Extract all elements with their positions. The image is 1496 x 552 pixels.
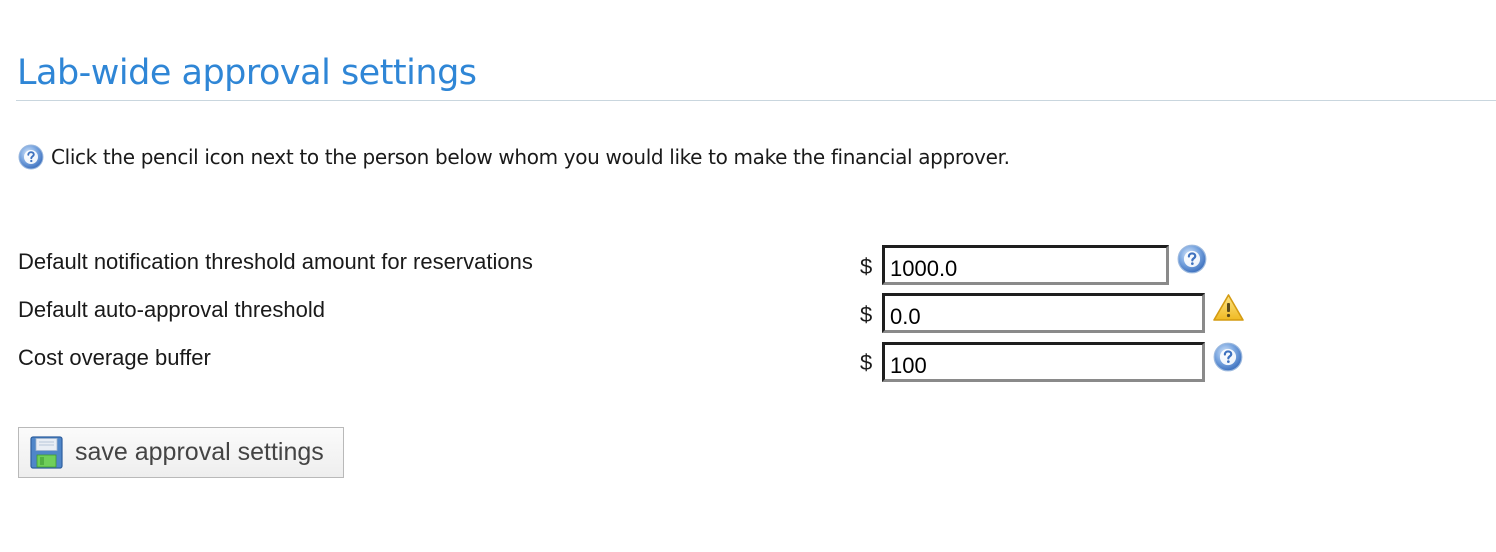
warning-icon[interactable]: [1212, 293, 1244, 323]
page-title: Lab-wide approval settings: [17, 53, 477, 93]
save-button-label: save approval settings: [75, 438, 324, 466]
cost-overage-buffer-input[interactable]: [882, 342, 1205, 382]
help-icon[interactable]: [1213, 342, 1243, 372]
currency-symbol: $: [860, 350, 873, 375]
intro-text: Click the pencil icon next to the person…: [51, 145, 1010, 169]
help-icon[interactable]: [1177, 244, 1207, 274]
floppy-disk-icon: [30, 436, 63, 469]
currency-symbol: $: [860, 302, 873, 327]
help-icon[interactable]: [18, 144, 44, 170]
intro-message: Click the pencil icon next to the person…: [18, 140, 1010, 174]
cost-overage-buffer-label: Cost overage buffer: [18, 345, 211, 370]
title-divider: [16, 100, 1496, 101]
auto-approval-threshold-label: Default auto-approval threshold: [18, 297, 325, 322]
notification-threshold-input[interactable]: [882, 245, 1169, 285]
save-approval-settings-button[interactable]: save approval settings: [18, 427, 344, 478]
auto-approval-threshold-input[interactable]: [882, 293, 1205, 333]
currency-symbol: $: [860, 254, 873, 279]
notification-threshold-label: Default notification threshold amount fo…: [18, 249, 533, 274]
